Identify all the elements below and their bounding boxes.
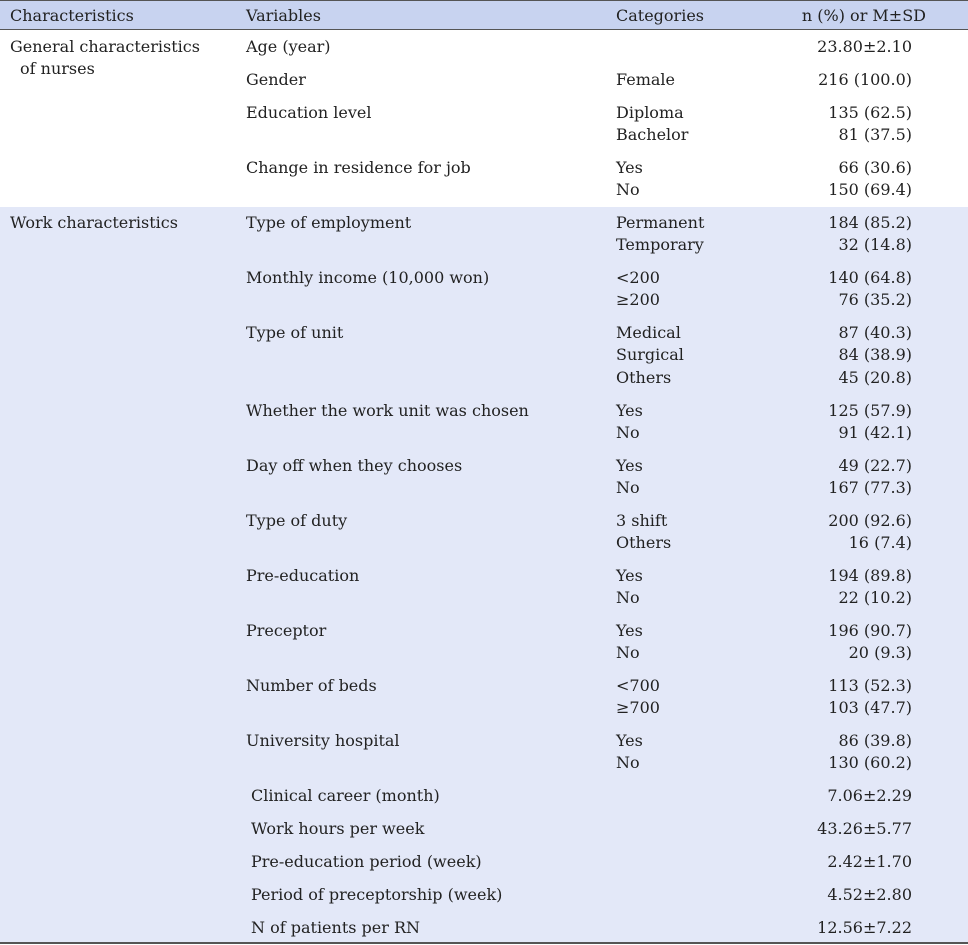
row-variable: Period of preceptorship (week) [251, 885, 503, 904]
row-value: 194 (89.8) [828, 566, 912, 585]
row-category: No [616, 643, 640, 663]
header-value: n (%) or M±SD [801, 6, 926, 25]
row-category: No [616, 753, 640, 773]
row-variable: N of patients per RN [251, 918, 421, 937]
row-category: Temporary [616, 235, 704, 255]
row-value: 16 (7.4) [848, 533, 912, 553]
row-variable: Type of unit [246, 323, 344, 342]
table-bottom-rule [0, 942, 968, 944]
row-variable: Day off when they chooses [246, 456, 463, 475]
row-variable: Monthly income (10,000 won) [246, 268, 490, 287]
row-category: Yes [616, 731, 643, 750]
row-value: 49 (22.7) [838, 456, 912, 475]
row-value: 150 (69.4) [828, 180, 912, 200]
row-value: 66 (30.6) [838, 158, 912, 177]
row-category: Female [616, 70, 675, 89]
row-variable: Pre-education period (week) [251, 852, 482, 871]
row-value: 125 (57.9) [828, 401, 912, 420]
row-category: Diploma [616, 103, 684, 122]
row-variable: Whether the work unit was chosen [246, 401, 529, 420]
row-value: 140 (64.8) [828, 268, 912, 287]
row-value: 196 (90.7) [828, 621, 912, 640]
row-value: 200 (92.6) [828, 511, 912, 530]
row-category: Yes [616, 158, 643, 177]
row-value: 23.80±2.10 [817, 37, 912, 56]
table-header: Characteristics Variables Categories n (… [0, 0, 968, 30]
row-category: ≥700 [616, 698, 660, 718]
row-category: No [616, 478, 640, 498]
row-category: Others [616, 533, 672, 553]
row-category: No [616, 180, 640, 200]
header-characteristics: Characteristics [10, 6, 134, 25]
row-category: No [616, 588, 640, 608]
group-general-title-line2: of nurses [20, 59, 95, 78]
row-value: 103 (47.7) [828, 698, 912, 718]
row-value: 12.56±7.22 [817, 918, 912, 937]
row-value: 20 (9.3) [848, 643, 912, 663]
row-value: 45 (20.8) [838, 367, 912, 387]
row-value: 113 (52.3) [828, 676, 912, 695]
row-value: 76 (35.2) [838, 290, 912, 310]
row-category: Permanent [616, 213, 705, 232]
row-value: 7.06±2.29 [827, 786, 912, 805]
row-value: 32 (14.8) [838, 235, 912, 255]
row-category: Medical [616, 323, 681, 342]
characteristics-table: Characteristics Variables Categories n (… [0, 0, 968, 945]
row-value: 184 (85.2) [828, 213, 912, 232]
row-variable: Change in residence for job [246, 158, 471, 177]
row-category: Surgical [616, 345, 684, 365]
row-category: Yes [616, 566, 643, 585]
row-variable: Type of employment [246, 213, 412, 232]
row-category: Bachelor [616, 125, 689, 145]
row-value: 130 (60.2) [828, 753, 912, 773]
row-category: ≥200 [616, 290, 660, 310]
row-variable: Age (year) [246, 37, 331, 56]
row-category: <700 [616, 676, 660, 695]
row-category: <200 [616, 268, 660, 287]
row-value: 22 (10.2) [838, 588, 912, 608]
row-value: 135 (62.5) [828, 103, 912, 122]
row-category: Yes [616, 456, 643, 475]
header-variables: Variables [246, 6, 321, 25]
row-variable: Type of duty [246, 511, 348, 530]
group-general-title-line1: General characteristics [10, 37, 200, 56]
row-variable: Clinical career (month) [251, 786, 440, 805]
row-category: No [616, 423, 640, 443]
row-value: 91 (42.1) [838, 423, 912, 443]
row-value: 167 (77.3) [828, 478, 912, 498]
group-work-title: Work characteristics [10, 213, 178, 232]
row-variable: Gender [246, 70, 306, 89]
row-variable: Work hours per week [251, 819, 425, 838]
row-value: 43.26±5.77 [817, 819, 912, 838]
row-value: 81 (37.5) [838, 125, 912, 145]
row-value: 87 (40.3) [838, 323, 912, 342]
row-category: Others [616, 367, 672, 387]
header-categories: Categories [616, 6, 704, 25]
row-variable: Preceptor [246, 621, 327, 640]
row-variable: Education level [246, 103, 372, 122]
row-category: Yes [616, 621, 643, 640]
row-category: 3 shift [616, 511, 668, 530]
row-variable: University hospital [246, 731, 400, 750]
row-category: Yes [616, 401, 643, 420]
row-value: 86 (39.8) [838, 731, 912, 750]
row-value: 2.42±1.70 [827, 852, 912, 871]
row-value: 84 (38.9) [838, 345, 912, 365]
row-variable: Pre-education [246, 566, 360, 585]
row-variable: Number of beds [246, 676, 377, 695]
row-value: 4.52±2.80 [827, 885, 912, 904]
row-value: 216 (100.0) [818, 70, 912, 89]
